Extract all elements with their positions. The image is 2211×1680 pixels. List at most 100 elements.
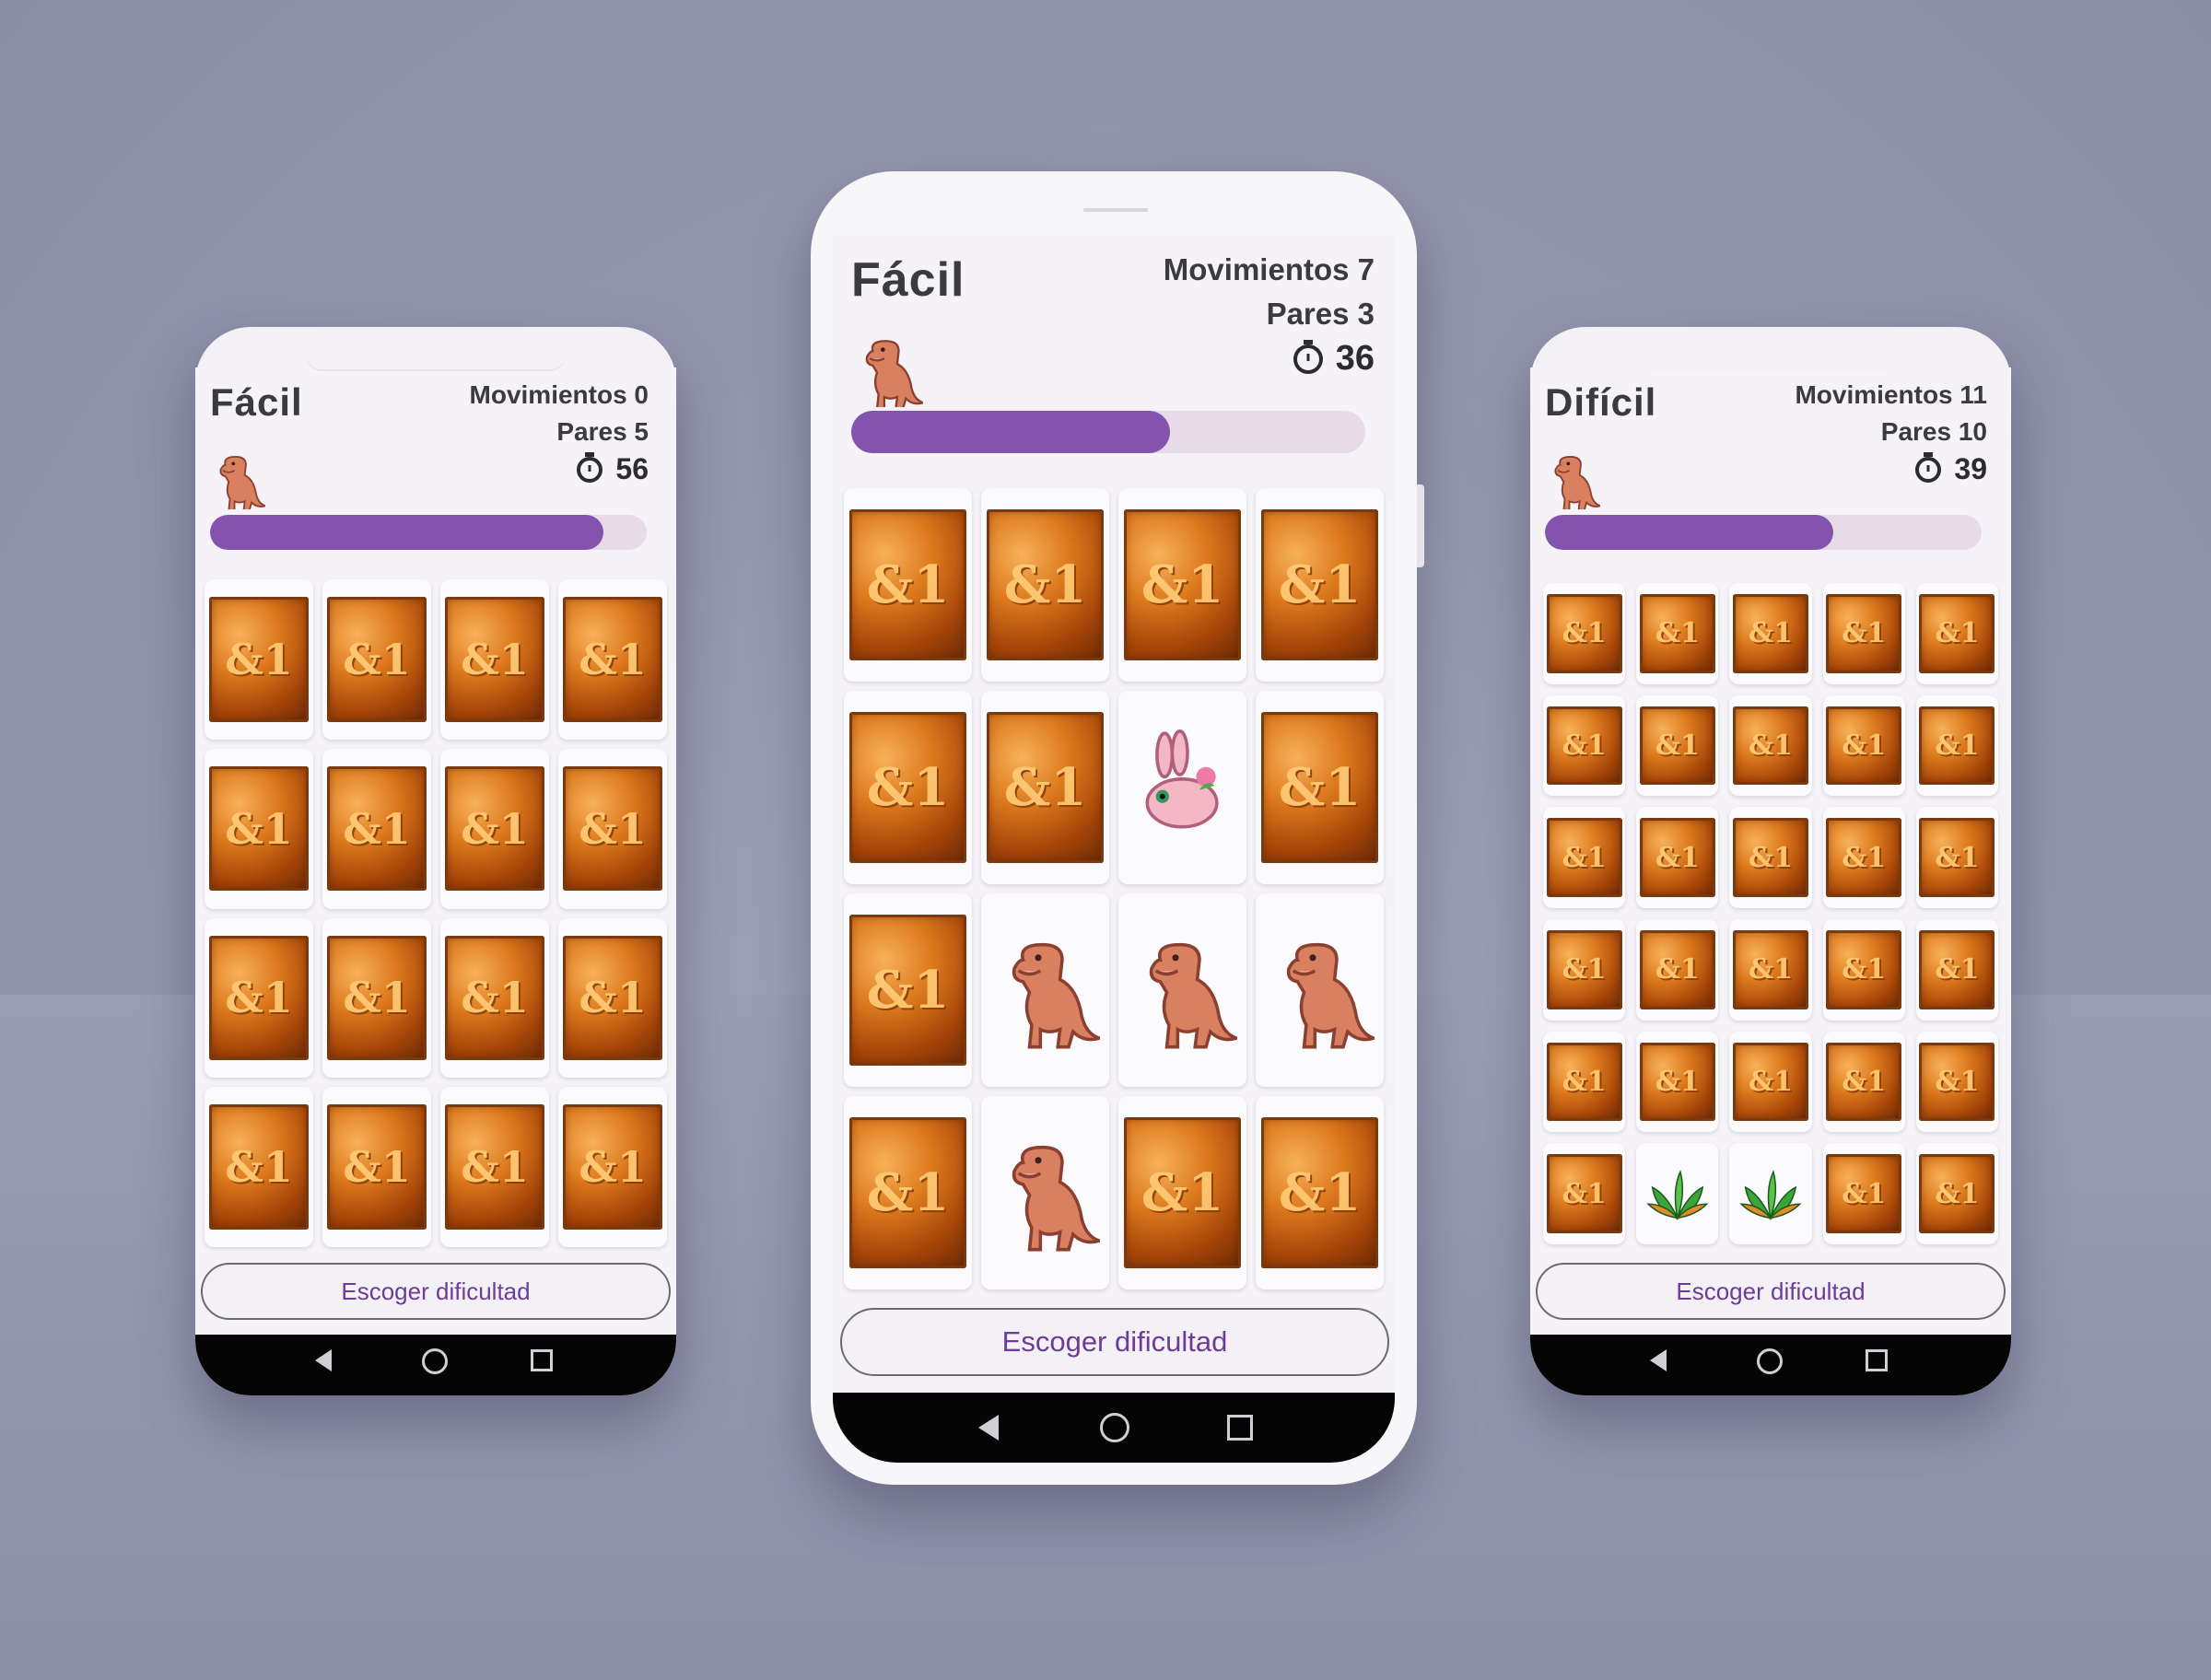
memory-card-facedown[interactable]: &1 xyxy=(1915,1031,1998,1133)
memory-card-dino[interactable] xyxy=(1256,893,1384,1087)
card-back-icon: &1 xyxy=(444,1104,545,1230)
card-back-icon: &1 xyxy=(1639,594,1715,673)
memory-card-facedown[interactable]: &1 xyxy=(1543,1143,1626,1244)
memory-card-facedown[interactable]: &1 xyxy=(1822,807,1905,908)
screen-left: Fácil Movimientos 0 Pares 5 56 &1 &1 &1 &1 &… xyxy=(195,368,676,1395)
memory-card-facedown[interactable]: &1 xyxy=(205,748,313,909)
memory-card-facedown[interactable]: &1 xyxy=(1256,1096,1384,1289)
home-circle-icon[interactable] xyxy=(1757,1348,1783,1374)
card-back-icon: &1 xyxy=(1639,706,1715,786)
memory-card-facedown[interactable]: &1 xyxy=(1822,694,1905,797)
recents-square-icon[interactable] xyxy=(1866,1349,1888,1371)
card-back-icon: &1 xyxy=(1546,594,1622,673)
memory-card-facedown[interactable]: &1 xyxy=(205,579,313,740)
back-triangle-icon[interactable] xyxy=(1650,1349,1667,1371)
memory-card-facedown[interactable]: &1 xyxy=(1822,1031,1905,1133)
card-back-icon: &1 xyxy=(1732,818,1809,897)
memory-card-facedown[interactable]: &1 xyxy=(844,488,972,682)
memory-card-facedown[interactable]: &1 xyxy=(1915,1143,1998,1244)
memory-card-facedown[interactable]: &1 xyxy=(1915,583,1998,684)
memory-card-facedown[interactable]: &1 xyxy=(1915,807,1998,908)
memory-card-facedown[interactable]: &1 xyxy=(1543,694,1626,797)
memory-card-facedown[interactable]: &1 xyxy=(558,748,667,909)
back-triangle-icon[interactable] xyxy=(315,1349,332,1371)
memory-card-facedown[interactable]: &1 xyxy=(322,917,431,1079)
memory-card-facedown[interactable]: &1 xyxy=(440,579,549,740)
progress-fill xyxy=(851,411,1170,453)
card-back-icon: &1 xyxy=(1919,706,1995,786)
memory-card-facedown[interactable]: &1 xyxy=(981,691,1109,884)
memory-card-facedown[interactable]: &1 xyxy=(205,917,313,1079)
memory-card-facedown[interactable]: &1 xyxy=(1822,918,1905,1021)
plant-icon xyxy=(1646,1169,1709,1220)
memory-card-facedown[interactable]: &1 xyxy=(1543,1031,1626,1133)
memory-card-facedown[interactable]: &1 xyxy=(1636,807,1719,908)
home-circle-icon[interactable] xyxy=(1100,1413,1129,1442)
memory-card-facedown[interactable]: &1 xyxy=(1118,488,1246,682)
memory-card-bunny[interactable] xyxy=(1118,691,1246,884)
memory-card-facedown[interactable]: &1 xyxy=(205,1087,313,1247)
memory-card-facedown[interactable]: &1 xyxy=(322,748,431,909)
card-back-icon: &1 xyxy=(1919,1042,1995,1122)
memory-card-dino[interactable] xyxy=(981,893,1109,1087)
card-back-icon: &1 xyxy=(1732,706,1809,786)
memory-card-facedown[interactable]: &1 xyxy=(981,488,1109,682)
memory-card-facedown[interactable]: &1 xyxy=(322,1087,431,1247)
recents-square-icon[interactable] xyxy=(1227,1415,1253,1441)
back-triangle-icon[interactable] xyxy=(978,1415,999,1441)
memory-card-facedown[interactable]: &1 xyxy=(1729,807,1812,908)
memory-card-facedown[interactable]: &1 xyxy=(1915,694,1998,797)
memory-card-facedown[interactable]: &1 xyxy=(1543,918,1626,1021)
memory-card-dino[interactable] xyxy=(1118,893,1246,1087)
memory-card-facedown[interactable]: &1 xyxy=(1636,918,1719,1021)
memory-card-facedown[interactable]: &1 xyxy=(558,917,667,1079)
card-back-icon: &1 xyxy=(1546,930,1622,1009)
memory-card-dino[interactable] xyxy=(981,1096,1109,1289)
dino-icon xyxy=(1012,1145,1100,1252)
memory-card-facedown[interactable]: &1 xyxy=(558,1087,667,1247)
bunny-icon xyxy=(1145,729,1220,829)
memory-card-facedown[interactable]: &1 xyxy=(1729,583,1812,684)
card-back-icon: &1 xyxy=(1546,1154,1622,1233)
card-back-icon: &1 xyxy=(1826,706,1902,786)
memory-card-facedown[interactable]: &1 xyxy=(440,1087,549,1247)
memory-card-facedown[interactable]: &1 xyxy=(322,579,431,740)
memory-card-facedown[interactable]: &1 xyxy=(1729,918,1812,1021)
memory-card-facedown[interactable]: &1 xyxy=(1915,918,1998,1021)
memory-card-facedown[interactable]: &1 xyxy=(1543,583,1626,684)
card-back-icon: &1 xyxy=(1826,818,1902,897)
memory-card-facedown[interactable]: &1 xyxy=(440,748,549,909)
memory-card-facedown[interactable]: &1 xyxy=(1729,694,1812,797)
memory-card-facedown[interactable]: &1 xyxy=(1636,1031,1719,1133)
dino-mascot-icon xyxy=(219,456,265,509)
memory-card-facedown[interactable]: &1 xyxy=(1822,1143,1905,1244)
memory-card-facedown[interactable]: &1 xyxy=(844,691,972,884)
memory-card-plant[interactable] xyxy=(1729,1143,1812,1244)
choose-difficulty-button[interactable]: Escoger dificultad xyxy=(1536,1263,2006,1320)
progress-fill xyxy=(1545,515,1833,550)
home-circle-icon[interactable] xyxy=(422,1348,448,1374)
android-nav-bar xyxy=(195,1335,676,1395)
memory-card-facedown[interactable]: &1 xyxy=(558,579,667,740)
recents-square-icon[interactable] xyxy=(531,1349,553,1371)
memory-card-facedown[interactable]: &1 xyxy=(844,1096,972,1289)
choose-difficulty-button[interactable]: Escoger dificultad xyxy=(840,1308,1389,1376)
card-back-icon: &1 xyxy=(1123,1117,1242,1268)
memory-card-facedown[interactable]: &1 xyxy=(1256,691,1384,884)
memory-card-facedown[interactable]: &1 xyxy=(1543,807,1626,908)
memory-card-facedown[interactable]: &1 xyxy=(1729,1031,1812,1133)
memory-card-facedown[interactable]: &1 xyxy=(1636,583,1719,684)
card-grid: &1 &1 &1 &1 &1 &1 &1 &1 &1 &1 &1 &1 &1 &1 &1 &1 &1 &1 &1 &1… xyxy=(1543,583,1998,1244)
memory-card-facedown[interactable]: &1 xyxy=(844,893,972,1087)
card-back-icon: &1 xyxy=(208,597,310,722)
difficulty-title: Fácil xyxy=(210,380,303,424)
memory-card-facedown[interactable]: &1 xyxy=(440,917,549,1079)
memory-card-facedown[interactable]: &1 xyxy=(1636,694,1719,797)
choose-difficulty-button[interactable]: Escoger dificultad xyxy=(201,1263,671,1320)
memory-card-facedown[interactable]: &1 xyxy=(1256,488,1384,682)
memory-card-facedown[interactable]: &1 xyxy=(1118,1096,1246,1289)
progress-bar xyxy=(851,411,1365,453)
memory-card-facedown[interactable]: &1 xyxy=(1822,583,1905,684)
memory-card-plant[interactable] xyxy=(1636,1143,1719,1244)
card-back-icon: &1 xyxy=(326,765,427,892)
